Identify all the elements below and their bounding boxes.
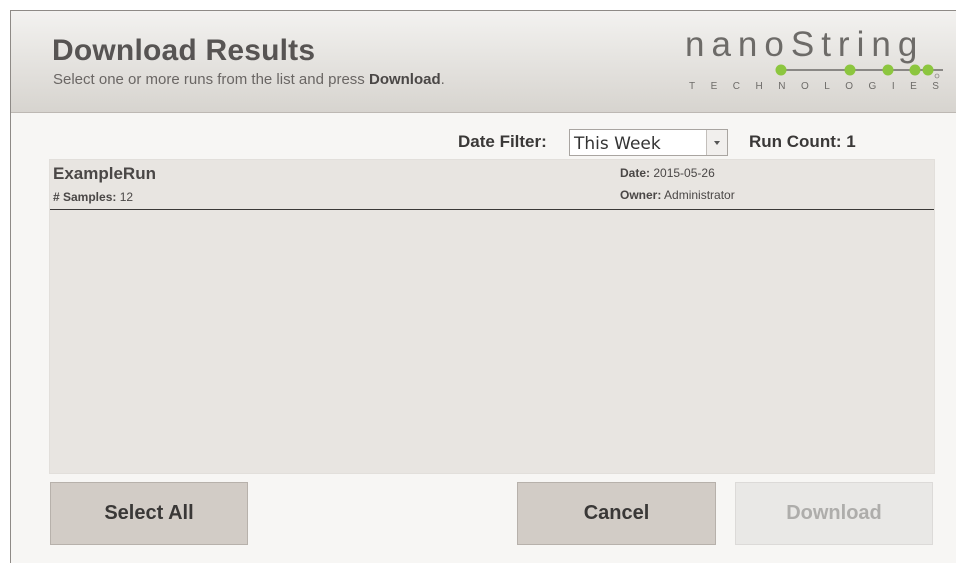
samples-label: # Samples: bbox=[53, 190, 117, 204]
download-button[interactable]: Download bbox=[735, 482, 933, 545]
date-filter-select[interactable]: This Week bbox=[569, 129, 728, 156]
owner-label: Owner: bbox=[620, 188, 662, 202]
nanostring-logo: nanoString TECHNOLOGIES bbox=[685, 25, 949, 105]
run-count-label: Run Count: bbox=[749, 132, 842, 151]
chevron-down-icon[interactable] bbox=[706, 130, 727, 155]
logo-subtext: TECHNOLOGIES bbox=[689, 81, 955, 92]
download-results-dialog: Download Results Select one or more runs… bbox=[10, 10, 956, 563]
run-count: Run Count: 1 bbox=[749, 132, 856, 152]
run-name: ExampleRun bbox=[53, 164, 156, 183]
instructions-suffix: . bbox=[440, 71, 445, 88]
instructions-download-word: Download bbox=[368, 71, 441, 88]
date-filter-label: Date Filter: bbox=[458, 132, 547, 151]
run-count-value: 1 bbox=[846, 132, 856, 151]
date-label: Date: bbox=[620, 166, 651, 180]
run-owner: Owner: Administrator bbox=[620, 188, 735, 202]
run-date: Date: 2015-05-26 bbox=[620, 166, 715, 180]
run-list[interactable]: ExampleRun # Samples: 12 Date: 2015-05-2… bbox=[49, 159, 935, 474]
dialog-header: Download Results Select one or more runs… bbox=[11, 11, 956, 113]
select-all-button[interactable]: Select All bbox=[50, 482, 248, 545]
list-item[interactable]: ExampleRun # Samples: 12 Date: 2015-05-2… bbox=[50, 160, 934, 210]
date-value: 2015-05-26 bbox=[653, 166, 715, 180]
samples-value: 12 bbox=[119, 190, 134, 204]
instructions-prefix: Select one or more runs from the list an… bbox=[53, 71, 369, 88]
page-title: Download Results bbox=[52, 34, 316, 67]
filter-bar: Date Filter: This Week Run Count: 1 bbox=[11, 129, 956, 157]
cancel-button[interactable]: Cancel bbox=[517, 482, 716, 545]
owner-value: Administrator bbox=[664, 188, 735, 202]
date-filter-value: This Week bbox=[574, 134, 661, 154]
run-samples: # Samples: 12 bbox=[53, 190, 133, 204]
logo-dots-icon bbox=[775, 64, 943, 79]
instructions-text: Select one or more runs from the list an… bbox=[53, 71, 445, 88]
